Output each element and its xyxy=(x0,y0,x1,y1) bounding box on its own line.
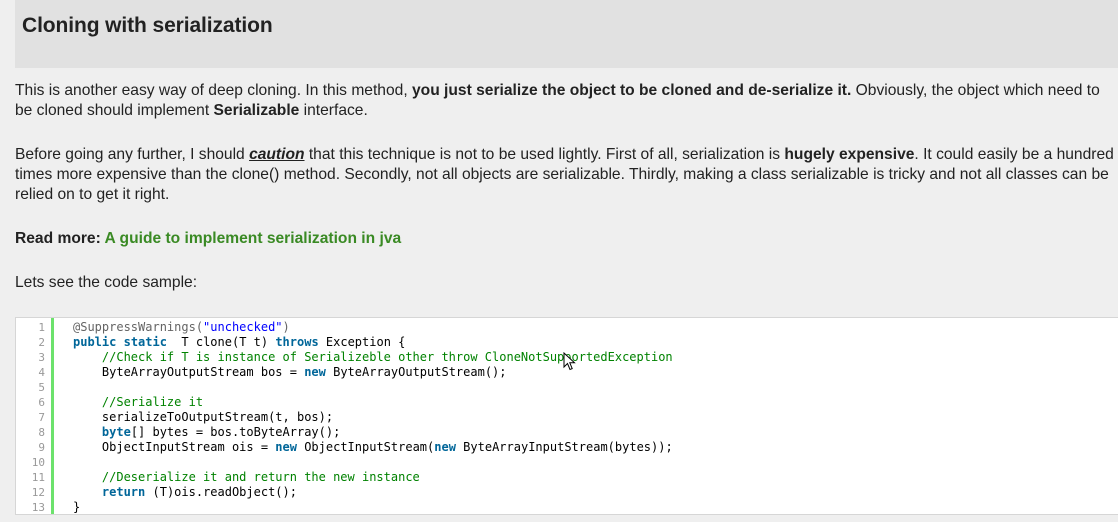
code-keyword: new xyxy=(304,365,326,379)
code-text: ByteArrayOutputStream(); xyxy=(325,365,507,379)
code-line-2: public static T clone(T t) throws Except… xyxy=(73,335,405,350)
caution-text-b: that this technique is not to be used li… xyxy=(304,146,785,163)
line-number: 1 xyxy=(38,321,45,334)
code-keyword: byte xyxy=(101,425,131,439)
code-line-11: //Deserialize it and return the new inst… xyxy=(73,470,420,484)
code-line-7: serializeToOutputStream(t, bos); xyxy=(73,410,334,424)
code-keyword: throws xyxy=(275,335,319,349)
intro-paragraph: This is another easy way of deep cloning… xyxy=(15,81,1115,121)
line-number-gutter: 1 2 3 4 5 6 7 8 9 10 11 12 13 xyxy=(16,318,54,514)
read-more: Read more: A guide to implement serializ… xyxy=(15,229,1115,249)
intro-bold-a: you just serialize the object to be clon… xyxy=(412,82,852,99)
intro-bold-serializable: Serializable xyxy=(213,102,300,119)
code-line-3: //Check if T is instance of Serializeble… xyxy=(73,350,673,364)
code-annotation-close: ) xyxy=(282,320,290,334)
code-text: (T)ois.readObject(); xyxy=(145,485,297,499)
code-keyword: static xyxy=(123,335,167,349)
code-keyword: return xyxy=(101,485,146,499)
caution-text-a: Before going any further, I should xyxy=(15,146,250,163)
caution-bold-expensive: hugely expensive xyxy=(784,146,915,163)
mouse-pointer-icon xyxy=(563,352,576,371)
line-number: 10 xyxy=(31,456,45,469)
code-line-4: ByteArrayOutputStream bos = new ByteArra… xyxy=(73,365,507,380)
code-keyword: new xyxy=(434,440,456,454)
line-number: 12 xyxy=(31,486,45,499)
caution-word: caution xyxy=(249,146,305,163)
caution-paragraph: Before going any further, I should cauti… xyxy=(15,145,1115,205)
code-keyword: new xyxy=(275,440,297,454)
code-text: [] bytes = bos.toByteArray(); xyxy=(130,425,341,439)
line-number: 9 xyxy=(38,441,45,454)
line-number: 8 xyxy=(38,426,45,439)
code-annotation: @SuppressWarnings( xyxy=(73,320,204,334)
line-number: 3 xyxy=(38,351,45,364)
code-text: ByteArrayInputStream(bytes)); xyxy=(455,440,673,454)
code-string: "unchecked" xyxy=(203,320,283,334)
line-number: 4 xyxy=(38,366,45,379)
line-number: 2 xyxy=(38,336,45,349)
code-line-9: ObjectInputStream ois = new ObjectInputS… xyxy=(73,440,673,455)
code-text: ObjectInputStream( xyxy=(296,440,435,454)
code-text: ByteArrayOutputStream bos = xyxy=(73,365,305,379)
code-text: T clone(T t) xyxy=(166,335,276,349)
line-number: 6 xyxy=(38,396,45,409)
code-line-13: } xyxy=(73,500,81,514)
line-number: 13 xyxy=(31,501,45,514)
section-title: Cloning with serialization xyxy=(22,14,273,37)
code-line-6: //Serialize it xyxy=(73,395,204,409)
line-number: 11 xyxy=(31,471,45,484)
code-text: ObjectInputStream ois = xyxy=(73,440,276,454)
intro-text-c: interface. xyxy=(299,102,368,119)
serialization-guide-link[interactable]: A guide to implement serialization in jv… xyxy=(105,230,402,247)
read-more-label: Read more: xyxy=(15,230,105,247)
code-lead-in: Lets see the code sample: xyxy=(15,274,198,291)
intro-text-a: This is another easy way of deep cloning… xyxy=(15,82,412,99)
line-number: 7 xyxy=(38,411,45,424)
line-number: 5 xyxy=(38,381,45,394)
code-keyword: public xyxy=(73,335,117,349)
code-line-1: @SuppressWarnings("unchecked") xyxy=(73,320,290,335)
code-text: Exception { xyxy=(318,335,406,349)
code-line-12: return (T)ois.readObject(); xyxy=(73,485,297,500)
section-heading-bar: Cloning with serialization xyxy=(15,0,1118,68)
code-block: 1 2 3 4 5 6 7 8 9 10 11 12 13 @SuppressW… xyxy=(15,317,1118,515)
code-line-8: byte[] bytes = bos.toByteArray(); xyxy=(73,425,340,440)
